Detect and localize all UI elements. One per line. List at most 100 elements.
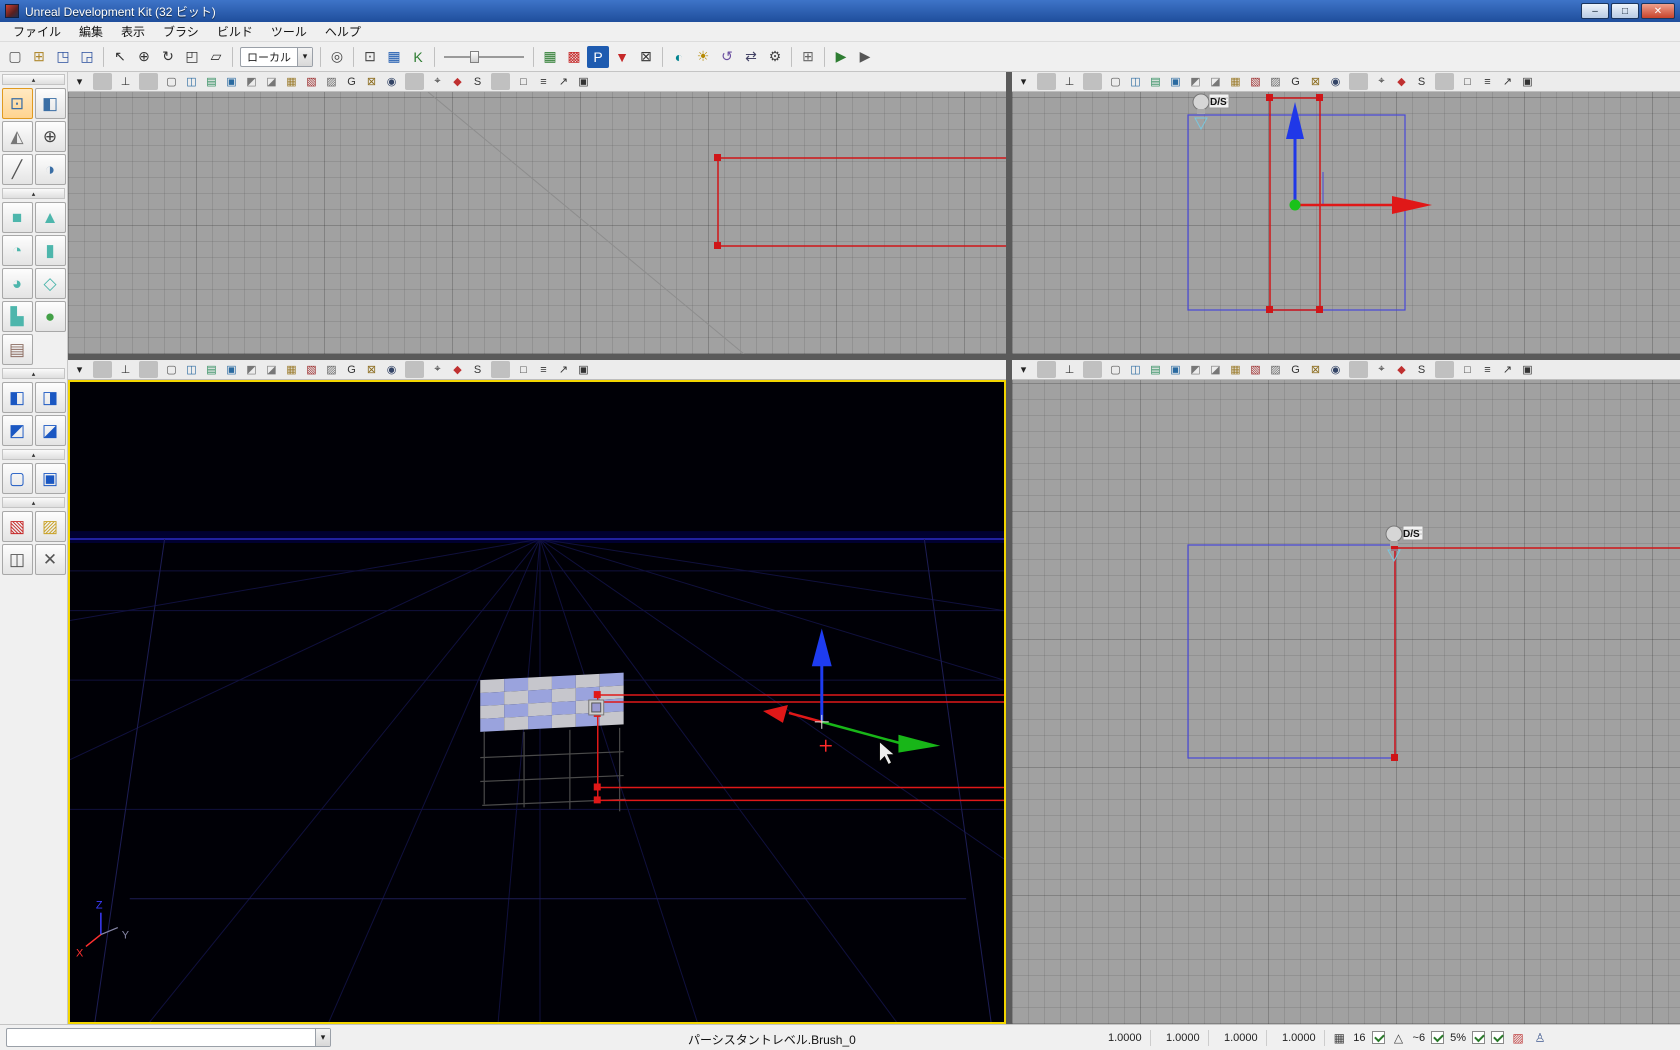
camera-lock-icon[interactable]: ⌖ xyxy=(1372,361,1391,378)
view-unlit-icon[interactable]: ▤ xyxy=(202,73,221,90)
float-viewport-icon[interactable]: ↗ xyxy=(554,73,573,90)
nonuniform-scale-tool-icon[interactable]: ▱ xyxy=(205,46,227,68)
cube-brush-button[interactable]: ■ xyxy=(1,202,33,233)
transform-gizmo[interactable] xyxy=(763,628,941,753)
gizmo-origin[interactable] xyxy=(1289,199,1301,211)
view-brush-wireframe-icon[interactable]: ◫ xyxy=(1126,73,1145,90)
game-view-icon[interactable]: G xyxy=(342,73,361,90)
select-translucent-icon[interactable]: ⊞ xyxy=(797,46,819,68)
view-shader-complexity-icon[interactable]: ▧ xyxy=(302,361,321,378)
linear-stair-brush-button[interactable]: ▙ xyxy=(1,301,33,332)
view-brush-wireframe-icon[interactable]: ◫ xyxy=(182,361,201,378)
show-flags-icon[interactable]: ◉ xyxy=(382,361,401,378)
view-shader-complexity-icon[interactable]: ▧ xyxy=(1246,73,1265,90)
streaming-volume-preview-icon[interactable]: S xyxy=(1412,361,1431,378)
publish-icon[interactable]: ▼ xyxy=(611,46,633,68)
view-lit-icon[interactable]: ▣ xyxy=(222,361,241,378)
chevron-down-icon[interactable]: ▾ xyxy=(315,1029,330,1046)
menu-brush[interactable]: ブラシ xyxy=(154,21,208,42)
hide-selected-button[interactable]: ▨ xyxy=(34,511,66,542)
view-lit-icon[interactable]: ▣ xyxy=(1166,361,1185,378)
view-lightmap-density-icon[interactable]: ▨ xyxy=(322,361,341,378)
view-lighting-only-icon[interactable]: ◪ xyxy=(1206,361,1225,378)
gizmo-y-arrow[interactable] xyxy=(898,734,941,753)
game-view-icon[interactable]: G xyxy=(342,361,361,378)
save-all-icon[interactable]: ◲ xyxy=(76,46,98,68)
show-flags-icon[interactable]: ◉ xyxy=(1326,73,1345,90)
lock-viewport-icon[interactable]: ⊠ xyxy=(1306,361,1325,378)
palette-section-header-select[interactable]: ▴ xyxy=(2,497,65,508)
lock-viewport-icon[interactable]: ⊠ xyxy=(362,361,381,378)
lighting-quality-icon[interactable]: ▩ xyxy=(563,46,585,68)
view-wireframe-icon[interactable]: ▢ xyxy=(1106,361,1125,378)
view-lightmap-density-icon[interactable]: ▨ xyxy=(1266,73,1285,90)
maximize-viewport-icon[interactable]: □ xyxy=(514,73,533,90)
lock-viewport-icon[interactable]: ⊠ xyxy=(1306,73,1325,90)
csg-intersect-button[interactable]: ◩ xyxy=(1,415,33,446)
palette-section-header-special[interactable]: ▴ xyxy=(2,449,65,460)
view-lighting-only-icon[interactable]: ◪ xyxy=(262,73,281,90)
spiral-stair-brush-button[interactable]: ◕ xyxy=(1,268,33,299)
camera-lock-icon[interactable]: ⌖ xyxy=(428,73,447,90)
view-unlit-icon[interactable]: ▤ xyxy=(202,361,221,378)
viewport-options-dropdown[interactable]: ▾ xyxy=(70,73,89,90)
viewport-options-dropdown[interactable]: ▾ xyxy=(70,361,89,378)
grid-snap-checkbox[interactable] xyxy=(1371,1031,1385,1044)
play-on-device-icon[interactable]: ▶ xyxy=(854,46,876,68)
move-camera-with-object-icon[interactable]: ◆ xyxy=(1392,73,1411,90)
viewport-options-dropdown[interactable]: ▾ xyxy=(1014,361,1033,378)
streaming-volume-preview-icon[interactable]: S xyxy=(1412,73,1431,90)
light-actor[interactable]: D/S xyxy=(1385,525,1424,563)
view-detail-lighting-icon[interactable]: ◩ xyxy=(1186,73,1205,90)
view-lit-icon[interactable]: ▣ xyxy=(1166,73,1185,90)
build-all-icon[interactable]: ⚙ xyxy=(764,46,786,68)
viewport-sizing-icon[interactable]: ≡ xyxy=(534,73,553,90)
grid-size-value[interactable]: 16 xyxy=(1353,1032,1365,1044)
texture-align-button[interactable]: ◑ xyxy=(34,154,66,185)
detach-viewport-icon[interactable]: ▣ xyxy=(574,73,593,90)
coord-space-dropdown[interactable]: ローカル ▾ xyxy=(240,46,313,67)
view-lightmap-density-icon[interactable]: ▨ xyxy=(1266,361,1285,378)
build-cover-icon[interactable]: ⇄ xyxy=(740,46,762,68)
play-level-icon[interactable]: P xyxy=(587,45,609,68)
detach-viewport-icon[interactable]: ▣ xyxy=(1518,73,1537,90)
grid-snap-icon[interactable]: ▦ xyxy=(1331,1030,1347,1046)
maximize-button[interactable]: □ xyxy=(1611,3,1639,19)
content-browser-icon[interactable]: ▦ xyxy=(383,46,405,68)
gizmo-x-arrow[interactable] xyxy=(763,704,788,723)
float-viewport-icon[interactable]: ↗ xyxy=(1498,73,1517,90)
game-view-icon[interactable]: G xyxy=(1286,361,1305,378)
view-detail-lighting-icon[interactable]: ◩ xyxy=(242,73,261,90)
view-wireframe-icon[interactable]: ▢ xyxy=(162,73,181,90)
view-wireframe-icon[interactable]: ▢ xyxy=(1106,73,1125,90)
menu-help[interactable]: ヘルプ xyxy=(316,21,370,42)
view-wireframe-icon[interactable]: ▢ xyxy=(162,361,181,378)
menu-build[interactable]: ビルド xyxy=(208,21,262,42)
menu-view[interactable]: 表示 xyxy=(112,21,154,42)
brush-clip-button[interactable]: ╱ xyxy=(1,154,33,185)
close-button[interactable]: ✕ xyxy=(1641,3,1675,19)
move-camera-with-object-icon[interactable]: ◆ xyxy=(448,361,467,378)
csg-deintersect-button[interactable]: ◪ xyxy=(34,415,66,446)
view-detail-lighting-icon[interactable]: ◩ xyxy=(1186,361,1205,378)
viewport-sizing-icon[interactable]: ≡ xyxy=(1478,361,1497,378)
find-actors-icon[interactable]: ◎ xyxy=(326,46,348,68)
translate-mode-button[interactable]: ⊕ xyxy=(34,121,66,152)
minimize-button[interactable]: – xyxy=(1581,3,1609,19)
special-select-button[interactable]: ✕ xyxy=(34,544,66,575)
viewport-canvas-side[interactable]: D/S xyxy=(1012,380,1680,1024)
autosave-checkbox[interactable] xyxy=(1491,1031,1504,1044)
streaming-volume-preview-icon[interactable]: S xyxy=(468,361,487,378)
detach-viewport-icon[interactable]: ▣ xyxy=(574,361,593,378)
rotation-snap-icon[interactable]: △ xyxy=(1391,1030,1407,1046)
menu-edit[interactable]: 編集 xyxy=(70,21,112,42)
build-lighting-icon[interactable]: ☀ xyxy=(692,46,714,68)
float-viewport-icon[interactable]: ↗ xyxy=(1498,361,1517,378)
viewport-sizing-icon[interactable]: ≡ xyxy=(1478,73,1497,90)
scale-snap-checkbox[interactable] xyxy=(1472,1031,1485,1044)
view-texture-density-icon[interactable]: ▦ xyxy=(282,361,301,378)
lock-viewport-icon[interactable]: ⊠ xyxy=(362,73,381,90)
camera-lock-icon[interactable]: ⌖ xyxy=(428,361,447,378)
palette-section-header-brush-primitives[interactable]: ▴ xyxy=(2,188,65,199)
view-lighting-only-icon[interactable]: ◪ xyxy=(1206,73,1225,90)
